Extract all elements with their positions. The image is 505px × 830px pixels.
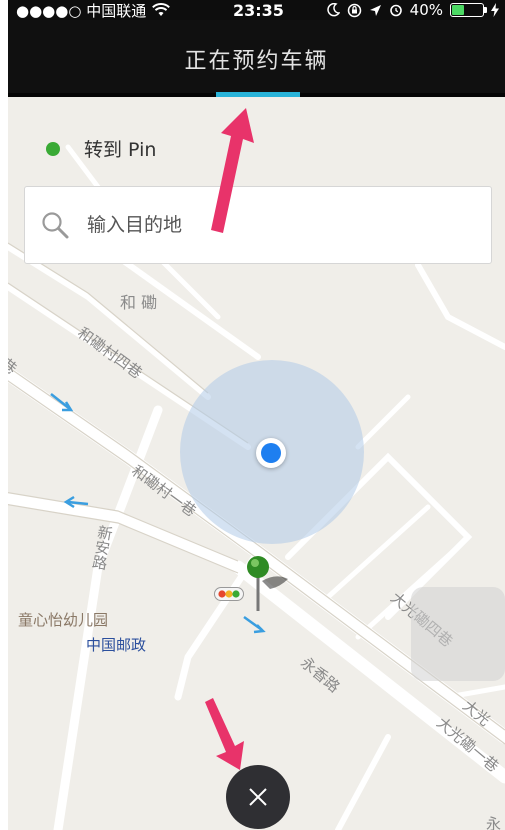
- battery-icon: [450, 3, 487, 17]
- destination-input[interactable]: [87, 214, 467, 236]
- recenter-button[interactable]: [411, 587, 505, 681]
- go-to-pin-row[interactable]: 转到 Pin: [46, 135, 156, 162]
- map-pin-icon[interactable]: [240, 553, 290, 615]
- page-title: 正在预约车辆: [184, 49, 329, 74]
- carrier-signal: ●●●●○ 中国联通: [16, 1, 147, 20]
- go-to-pin-label: 转到 Pin: [84, 139, 157, 161]
- moon-icon: [326, 3, 340, 17]
- battery-fill: [452, 5, 464, 15]
- header-bar: 正在预约车辆: [8, 20, 505, 97]
- map-view[interactable]: 和 磡 和磡村四巷 和磡村一巷 新安路 永香路 大光磡四巷 大光磡一巷 大光 巷…: [8, 97, 505, 830]
- charging-icon: [491, 3, 499, 17]
- status-bar: ●●●●○ 中国联通 23:35 40%: [8, 0, 505, 20]
- search-icon: [42, 212, 69, 239]
- poi-label[interactable]: 中国邮政: [86, 634, 146, 655]
- area-label: 和 磡: [120, 293, 158, 312]
- location-arrow-icon: [369, 4, 381, 16]
- road-label: 永: [486, 815, 502, 830]
- destination-search-box[interactable]: [24, 186, 492, 264]
- current-location-dot[interactable]: [256, 438, 286, 468]
- close-icon: [249, 788, 267, 806]
- rotation-lock-icon: [347, 3, 361, 17]
- status-right: 40%: [326, 1, 499, 19]
- wifi-icon: [152, 3, 171, 16]
- poi-label[interactable]: 童心怡幼儿园: [18, 609, 108, 630]
- pin-status-dot: [46, 141, 60, 156]
- status-left: ●●●●○ 中国联通: [16, 0, 171, 21]
- alarm-icon: [389, 4, 402, 17]
- cancel-button[interactable]: [226, 765, 290, 829]
- battery-percent: 40%: [409, 1, 443, 19]
- status-time: 23:35: [233, 0, 284, 20]
